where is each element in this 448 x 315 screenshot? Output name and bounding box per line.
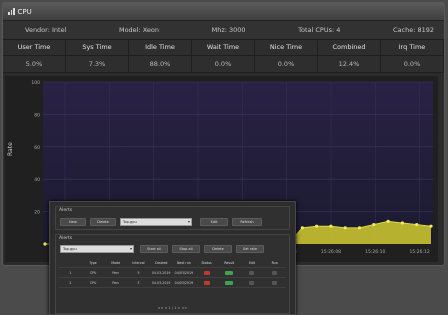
row-mode: Perc	[112, 270, 120, 275]
stat-header: Combined	[318, 40, 381, 56]
result-badge	[218, 270, 241, 275]
y-tick-label: 100	[31, 80, 40, 86]
row-created: 04-03-2019	[151, 270, 171, 275]
data-point	[429, 224, 433, 228]
vendor-label: Vendor: Intel	[25, 26, 67, 34]
source-select[interactable]: Top.gpu	[120, 218, 192, 226]
row-created: 04-03-2019	[151, 280, 171, 285]
stat-value: 7.3%	[66, 56, 129, 73]
set-rate-button[interactable]: Set rate	[236, 245, 264, 253]
y-tick-label: 20	[34, 210, 40, 216]
data-point	[300, 226, 304, 230]
data-point	[43, 242, 47, 246]
y-tick-label: 80	[34, 112, 40, 118]
status-badge	[195, 280, 218, 285]
data-point	[315, 224, 319, 228]
table-row[interactable]: 2 CPU Perc 5 04-03-2019 04/03/2019	[59, 278, 286, 288]
stat-header: Nice Time	[255, 40, 318, 56]
stat-header: Irq Time	[381, 40, 444, 56]
stat-header: User Time	[3, 40, 66, 56]
cpu-stats-table: User Time Sys Time Idle Time Wait Time N…	[3, 40, 444, 73]
data-point	[415, 222, 419, 227]
column-header: Edit	[248, 260, 256, 265]
edit-button[interactable]: Edit	[200, 218, 228, 226]
bar-chart-icon	[8, 8, 15, 15]
column-header: Next run	[176, 260, 191, 265]
row-index: 2	[69, 280, 72, 285]
stat-header: Wait Time	[192, 40, 255, 56]
row-mode: Perc	[112, 280, 120, 285]
new-button[interactable]: New	[60, 218, 86, 226]
column-header: Status	[201, 260, 212, 265]
data-point	[343, 226, 347, 230]
data-point	[357, 226, 362, 230]
stat-header: Idle Time	[129, 40, 192, 56]
panel-title: CPU	[17, 7, 32, 16]
table-pager[interactable]: << < 1 / 1 > >>	[56, 306, 289, 310]
column-header: Type	[89, 260, 97, 265]
run-row-icon[interactable]	[263, 280, 286, 285]
table-header-row: Type Mode Interval Created Next run Stat…	[59, 258, 286, 268]
table-row[interactable]: 1 CPU Perc 5 04-03-2019 04/03/2019	[59, 268, 286, 278]
stat-value: 5.0%	[3, 56, 66, 73]
cpu-info-row: Vendor: Intel Model: Xeon Mhz: 3000 Tota…	[3, 21, 444, 40]
delete-all-button[interactable]: Delete	[204, 245, 232, 253]
edit-row-icon[interactable]	[241, 280, 264, 285]
cpu-chart: 1008060402015:25:5615:25:5815:26:0015:26…	[5, 76, 438, 315]
stat-value: 0.0%	[192, 56, 255, 73]
alerts-list-group: Alerts Top.gpu Start all Stop all Delete…	[55, 234, 290, 314]
alerts-table: Type Mode Interval Created Next run Stat…	[59, 258, 286, 288]
stat-value: 0.0%	[381, 56, 444, 73]
status-badge	[195, 270, 218, 275]
data-point	[329, 224, 333, 228]
total-cpus-label: Total CPUs: 4	[298, 26, 341, 34]
row-type: CPU	[89, 270, 97, 275]
row-index: 1	[69, 270, 72, 275]
list-filter-select[interactable]: Top.gpu	[60, 245, 134, 253]
column-header: Mode	[111, 260, 121, 265]
delete-button[interactable]: Delete	[90, 218, 116, 226]
result-badge	[218, 280, 241, 285]
row-next: 04/03/2019	[174, 270, 194, 275]
column-header: Result	[224, 260, 235, 265]
stop-all-button[interactable]: Stop all	[172, 245, 200, 253]
row-interval: 5	[137, 280, 140, 285]
row-type: CPU	[89, 280, 97, 285]
column-header: Interval	[132, 260, 145, 265]
mhz-label: Mhz: 3000	[211, 26, 246, 34]
column-header: Created	[154, 260, 168, 265]
run-row-icon[interactable]	[263, 270, 286, 275]
row-next: 04/03/2019	[174, 280, 194, 285]
start-all-button[interactable]: Start all	[140, 245, 168, 253]
panel-titlebar: CPU	[3, 3, 444, 21]
group-title: Alerts	[59, 236, 73, 241]
group-title: Alerts	[59, 208, 73, 213]
y-tick-label: 60	[34, 145, 40, 151]
data-point	[400, 221, 405, 225]
row-interval: 5	[137, 270, 140, 275]
stat-value: 12.4%	[318, 56, 381, 73]
model-label: Model: Xeon	[118, 26, 159, 34]
alerts-dialog[interactable]: Alerts New Delete Top.gpu Edit Refresh A…	[49, 201, 296, 315]
stat-value: 0.0%	[255, 56, 318, 73]
stat-value: 88.0%	[129, 56, 192, 73]
edit-row-icon[interactable]	[241, 270, 264, 275]
column-header: Run	[271, 260, 278, 265]
data-point	[386, 219, 390, 223]
y-axis-label: Rate	[7, 142, 14, 156]
y-tick-label: 40	[34, 177, 40, 183]
data-point	[372, 222, 376, 227]
cache-label: Cache: 8192	[392, 26, 434, 34]
x-tick-label: 15:26:08	[321, 249, 341, 255]
alerts-toolbar-group: Alerts New Delete Top.gpu Edit Refresh	[55, 206, 290, 230]
x-tick-label: 15:26:12	[409, 249, 429, 255]
stat-header: Sys Time	[66, 40, 129, 56]
x-tick-label: 15:26:10	[365, 249, 385, 255]
refresh-button[interactable]: Refresh	[232, 218, 262, 226]
